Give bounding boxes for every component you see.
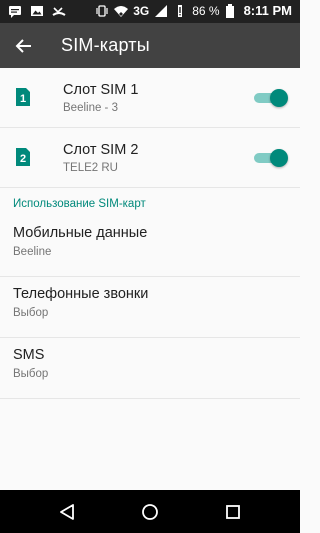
missed-call-icon <box>52 4 66 18</box>
svg-text:1: 1 <box>20 93 26 105</box>
svg-text:2: 2 <box>20 153 26 165</box>
wifi-icon <box>114 4 129 18</box>
sms-pref[interactable]: SMS Выбор <box>0 338 300 399</box>
status-right-icons: 3G 86 % 8:11 PM <box>95 3 292 18</box>
sim-slot-2-row[interactable]: 2 Слот SIM 2 TELE2 RU <box>0 128 300 188</box>
settings-list: 1 Слот SIM 1 Beeline - 3 2 Слот SIM 2 TE… <box>0 68 300 399</box>
circle-home-icon <box>142 504 158 520</box>
sim-operator: Beeline - 3 <box>63 102 118 114</box>
status-left-icons <box>8 4 66 18</box>
network-type: 3G <box>133 3 150 18</box>
sim-slot-2-toggle[interactable] <box>254 149 288 167</box>
pref-title: SMS <box>13 347 45 363</box>
pref-title: Мобильные данные <box>13 225 148 241</box>
arrow-back-icon <box>15 39 31 53</box>
status-bar: 3G 86 % 8:11 PM <box>0 0 300 23</box>
alert-icon <box>173 4 187 18</box>
section-header-sim-usage: Использование SIM-карт <box>13 198 146 210</box>
back-button[interactable] <box>12 34 36 58</box>
sim-slot-title: Слот SIM 2 <box>63 142 139 158</box>
battery-icon <box>225 3 239 18</box>
sim-card-icon: 1 <box>16 88 30 106</box>
nav-home-button[interactable] <box>139 501 161 523</box>
toggle-thumb <box>270 89 288 107</box>
sim-operator: TELE2 RU <box>63 162 118 174</box>
sim-slot-1-row[interactable]: 1 Слот SIM 1 Beeline - 3 <box>0 68 300 128</box>
pref-value: Beeline <box>13 246 52 258</box>
toggle-thumb <box>270 149 288 167</box>
battery-percent: 86 % <box>192 3 220 18</box>
sim-slot-title: Слот SIM 1 <box>63 82 139 98</box>
image-icon <box>30 4 44 18</box>
vibrate-icon <box>95 4 109 18</box>
nav-back-button[interactable] <box>56 501 78 523</box>
triangle-back-icon <box>60 504 74 520</box>
nav-recents-button[interactable] <box>222 501 244 523</box>
phone-calls-pref[interactable]: Телефонные звонки Выбор <box>0 277 300 338</box>
pref-title: Телефонные звонки <box>13 286 149 302</box>
page-title: SIM-карты <box>61 35 150 55</box>
sim-slot-1-toggle[interactable] <box>254 89 288 107</box>
signal-icon <box>154 4 168 18</box>
pref-value: Выбор <box>13 307 49 319</box>
pref-value: Выбор <box>13 368 49 380</box>
navigation-bar <box>0 490 300 533</box>
square-recents-icon <box>226 505 240 519</box>
status-time: 8:11 PM <box>243 3 292 18</box>
notification-message-icon <box>8 4 22 18</box>
app-bar: SIM-карты <box>0 23 300 68</box>
mobile-data-pref[interactable]: Мобильные данные Beeline <box>0 216 300 277</box>
sim-card-icon: 2 <box>16 148 30 166</box>
